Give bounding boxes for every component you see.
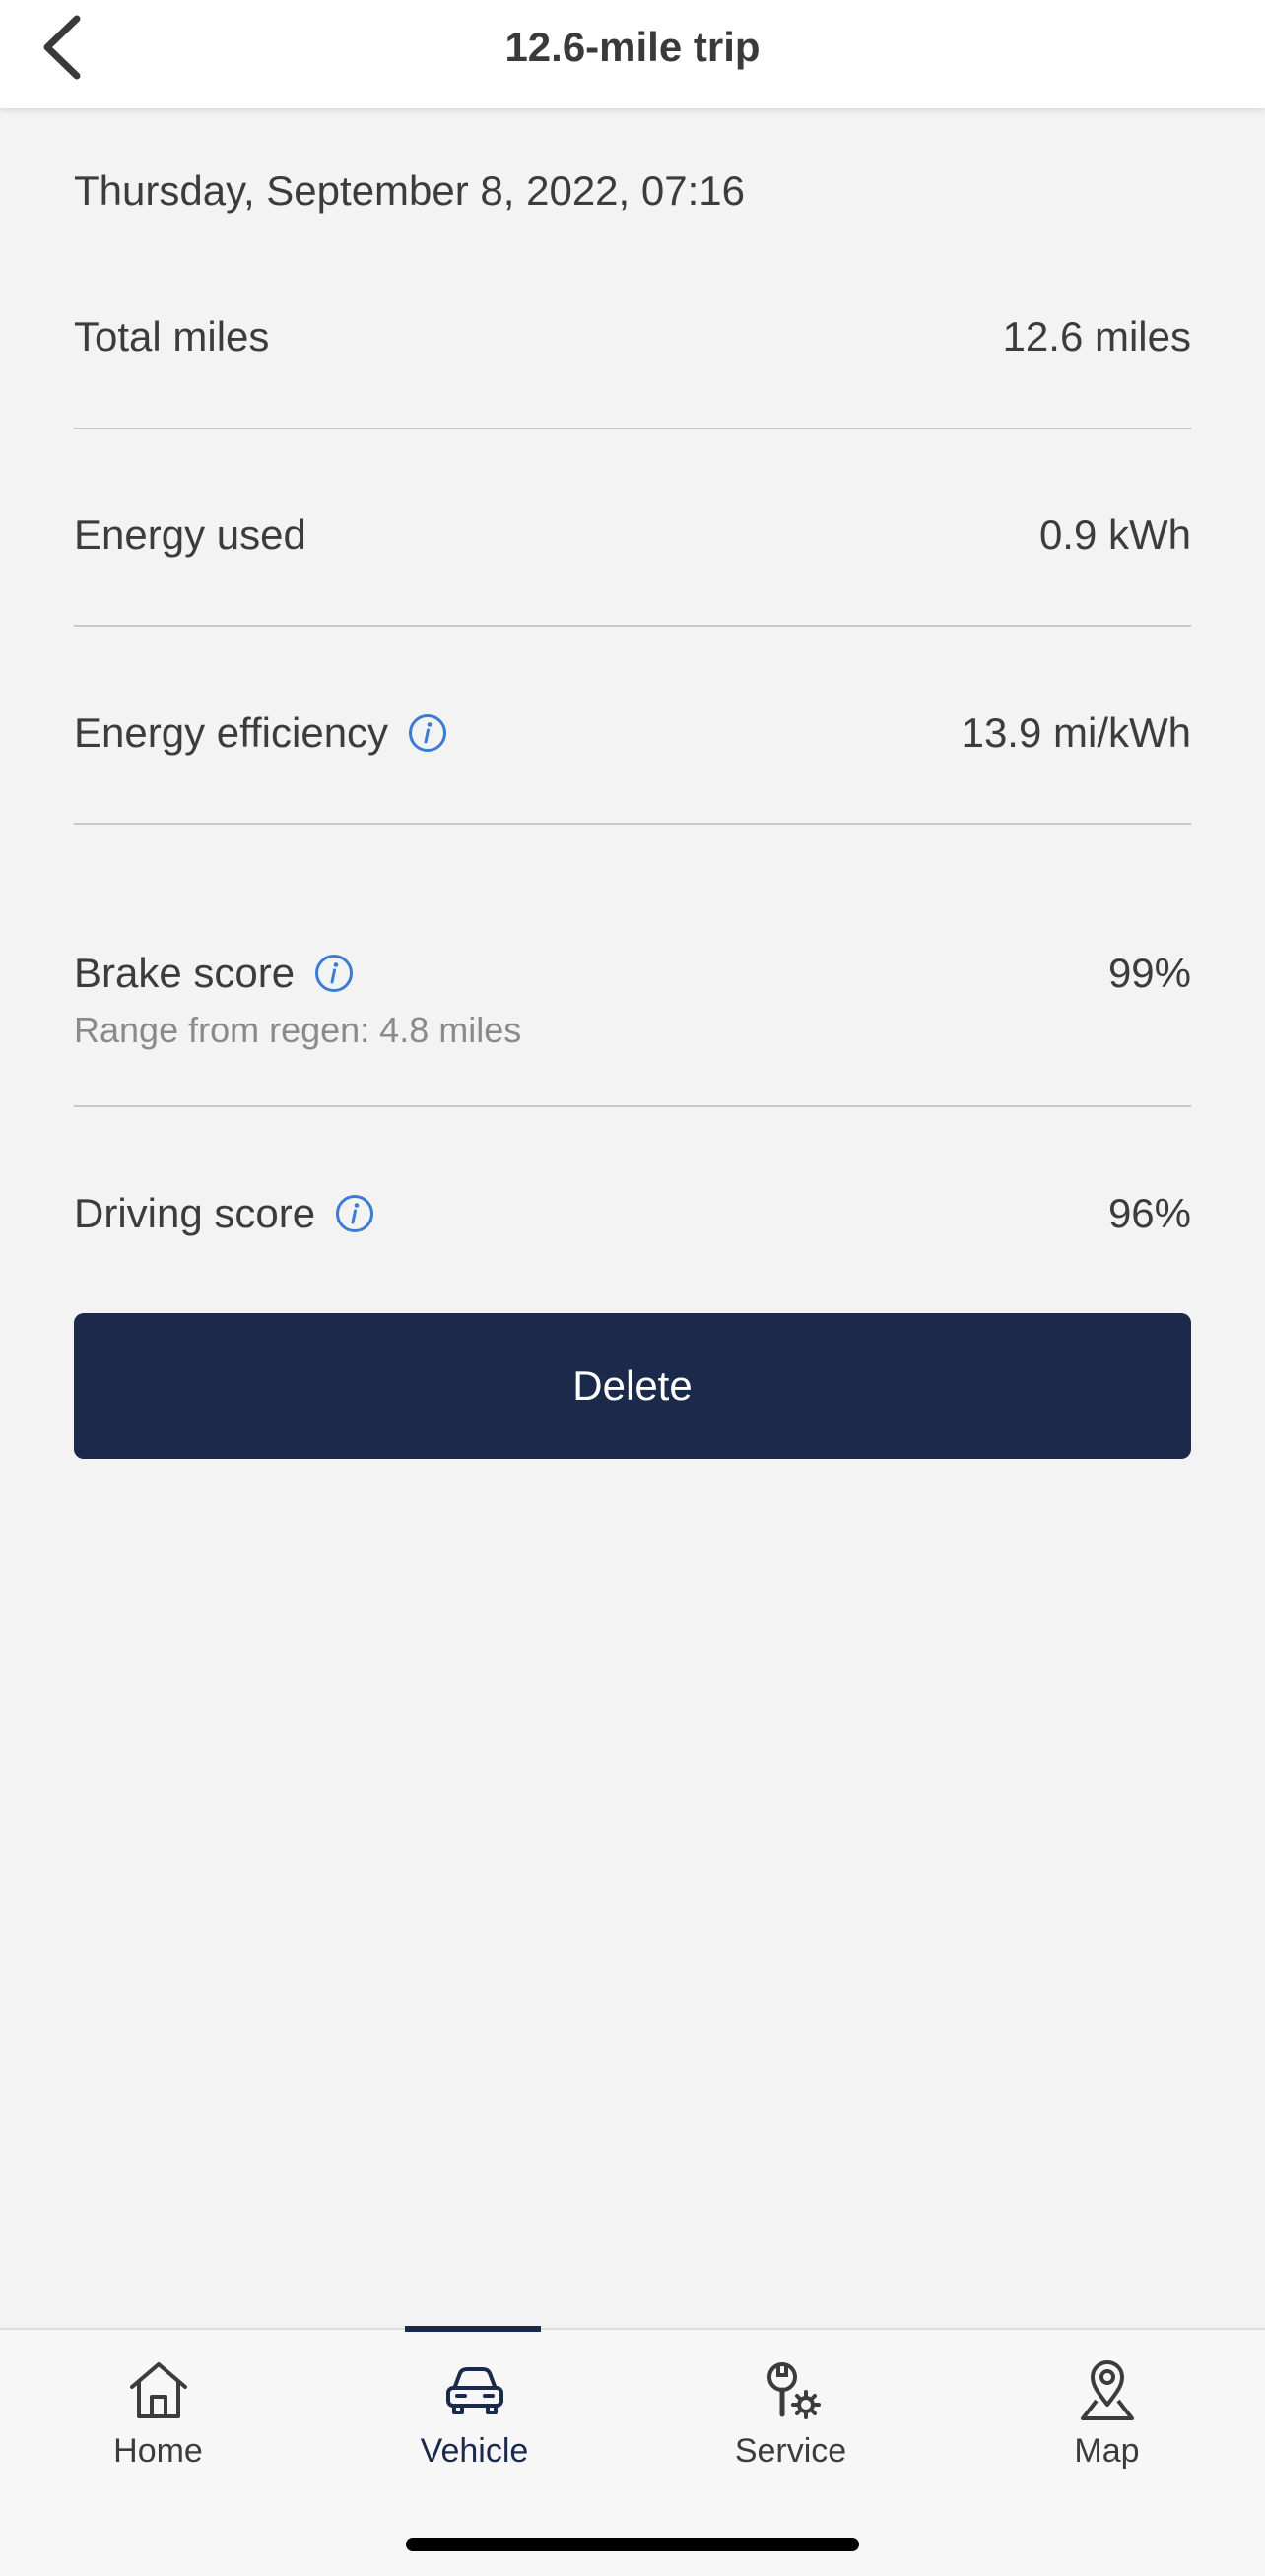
trip-date: Thursday, September 8, 2022, 07:16 (74, 167, 745, 214)
row-energy-efficiency: Energy efficiency 13.9 mi/kWh (74, 703, 1191, 762)
nav-service[interactable]: Service (632, 2330, 949, 2487)
nav-label: Service (734, 2432, 847, 2470)
row-label: Energy efficiency (74, 709, 389, 756)
row-total-miles: Total miles 12.6 miles (74, 307, 1191, 366)
nav-label: Vehicle (420, 2432, 529, 2470)
home-indicator[interactable] (406, 2538, 859, 2551)
row-value: 13.9 mi/kWh (961, 709, 1191, 756)
service-icon (766, 2362, 821, 2419)
info-icon[interactable] (314, 954, 354, 993)
divider (74, 625, 1191, 627)
row-driving-score: Driving score 96% (74, 1184, 1191, 1243)
row-value: 12.6 miles (1002, 313, 1191, 360)
nav-map[interactable]: Map (949, 2330, 1265, 2487)
row-value: 99% (1107, 950, 1191, 996)
divider (74, 823, 1191, 825)
nav-label: Home (113, 2432, 203, 2470)
row-label-group: Brake score (74, 950, 354, 997)
row-energy-used: Energy used 0.9 kWh (74, 505, 1191, 564)
row-label-group: Driving score (74, 1190, 374, 1237)
row-label: Brake score (74, 950, 296, 996)
row-label: Energy used (74, 511, 306, 558)
car-icon (445, 2367, 503, 2414)
nav-vehicle[interactable]: Vehicle (316, 2330, 632, 2487)
regen-range-text: Range from regen: 4.8 miles (74, 1010, 522, 1050)
home-icon (129, 2362, 187, 2418)
page-title: 12.6-mile trip (504, 23, 761, 70)
delete-button[interactable]: Delete (74, 1313, 1191, 1459)
app-root: 12.6-mile trip Thursday, September 8, 20… (0, 0, 1265, 2576)
row-brake-score: Brake score 99% (74, 944, 1191, 1003)
row-value: 96% (1107, 1190, 1191, 1236)
nav-label: Map (1074, 2432, 1140, 2470)
nav-home[interactable]: Home (0, 2330, 316, 2487)
map-pin-icon (1080, 2360, 1134, 2420)
row-label-group: Energy efficiency (74, 709, 447, 757)
top-bar: 12.6-mile trip (0, 0, 1265, 108)
info-icon[interactable] (408, 713, 447, 753)
divider (74, 428, 1191, 429)
info-icon[interactable] (335, 1194, 374, 1233)
row-label: Driving score (74, 1190, 316, 1236)
row-label: Total miles (74, 313, 270, 360)
divider (74, 1105, 1191, 1107)
row-value: 0.9 kWh (1038, 511, 1191, 558)
